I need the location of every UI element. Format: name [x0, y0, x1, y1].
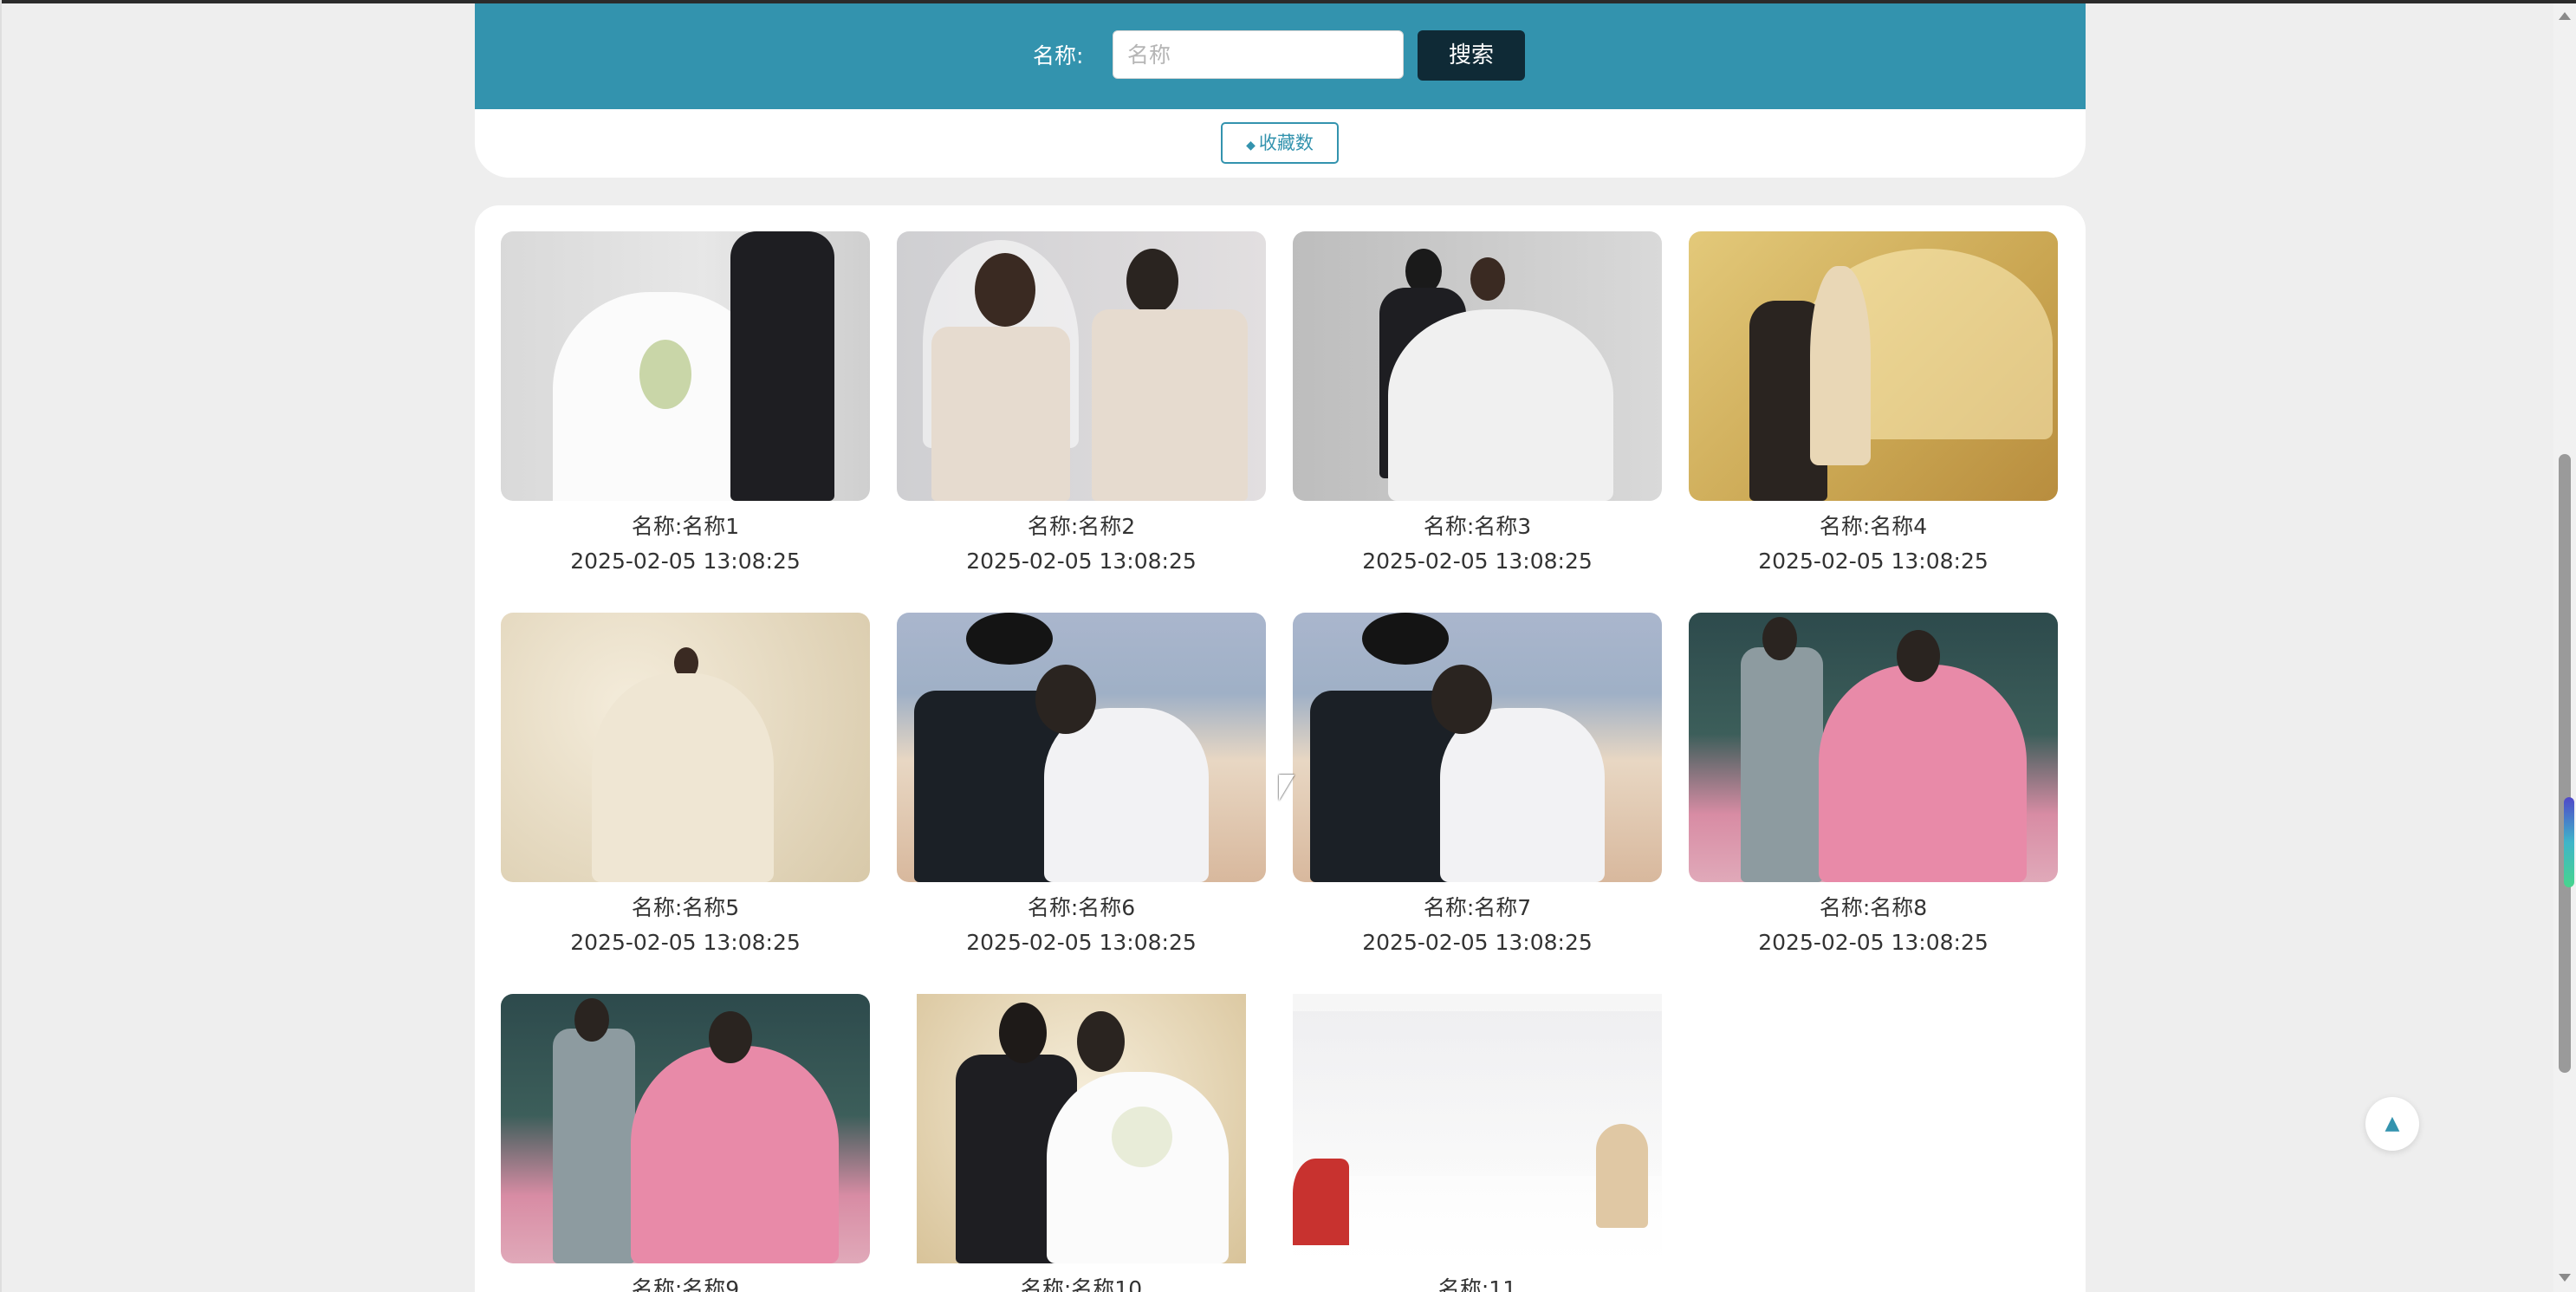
card-item[interactable]: 名称:名称6 2025-02-05 13:08:25 [897, 613, 1266, 960]
scroll-up-arrow-icon[interactable] [2559, 12, 2571, 20]
card-item[interactable]: 名称:名称4 2025-02-05 13:08:25 [1689, 231, 2058, 579]
card-thumbnail[interactable] [1689, 231, 2058, 501]
window-left-edge [0, 0, 2, 1292]
card-grid: 名称:名称1 2025-02-05 13:08:25 名称:名称2 2025-0… [475, 205, 2086, 1292]
card-name: 名称:名称2 [1027, 514, 1136, 539]
card-thumbnail[interactable] [501, 613, 870, 882]
card-item[interactable]: 名称:名称1 2025-02-05 13:08:25 [501, 231, 870, 579]
card-thumbnail[interactable] [1293, 231, 1662, 501]
card-thumbnail[interactable] [501, 231, 870, 501]
card-time: 2025-02-05 13:08:25 [1758, 930, 1989, 955]
card-thumbnail[interactable] [501, 994, 870, 1263]
sort-by-favorites-button[interactable]: ◆ 收藏数 [1221, 122, 1339, 164]
search-panel: 名称: 搜索 ◆收藏数 [475, 3, 2086, 178]
card-time: 2025-02-05 13:08:25 [966, 549, 1197, 574]
card-name: 名称:名称7 [1423, 895, 1532, 920]
card-time: 2025-02-05 13:08:25 [1362, 549, 1593, 574]
card-name: 名称:名称6 [1027, 895, 1136, 920]
card-item[interactable]: 名称:名称7 2025-02-05 13:08:25 [1293, 613, 1662, 960]
card-name: 名称:11 [1437, 1276, 1517, 1292]
scrollbar-thumb[interactable] [2559, 454, 2571, 1073]
card-name: 名称:名称1 [631, 514, 740, 539]
card-item[interactable]: 名称:名称5 2025-02-05 13:08:25 [501, 613, 870, 960]
card-item[interactable]: 名称:名称10 [897, 994, 1266, 1292]
back-to-top-button[interactable]: ▲ [2365, 1097, 2419, 1151]
card-thumbnail[interactable] [1293, 613, 1662, 882]
card-name: 名称:名称3 [1423, 514, 1532, 539]
card-thumbnail[interactable] [1293, 994, 1662, 1263]
card-thumbnail[interactable] [897, 231, 1266, 501]
card-item[interactable]: 名称:名称3 2025-02-05 13:08:25 [1293, 231, 1662, 579]
card-name: 名称:名称10 [1020, 1276, 1143, 1292]
sort-label: 收藏数 [1258, 133, 1314, 153]
scroll-indicator [2564, 797, 2574, 887]
caret-up-icon: ▲ [2385, 1113, 2400, 1134]
card-item[interactable]: 名称:名称2 2025-02-05 13:08:25 [897, 231, 1266, 579]
card-name: 名称:名称5 [631, 895, 740, 920]
mouse-cursor-icon [1279, 775, 1294, 801]
card-thumbnail[interactable] [1689, 613, 2058, 882]
card-time: 2025-02-05 13:08:25 [570, 930, 801, 955]
card-item[interactable]: 名称:11 [1293, 994, 1662, 1292]
card-name: 名称:名称4 [1819, 514, 1928, 539]
scroll-down-arrow-icon[interactable] [2559, 1274, 2571, 1282]
sort-icon: ◆ [1246, 139, 1256, 153]
search-input[interactable] [1113, 30, 1404, 79]
search-label: 名称: [1033, 43, 1084, 68]
card-name: 名称:名称8 [1819, 895, 1928, 920]
search-button[interactable]: 搜索 [1418, 30, 1525, 81]
card-time: 2025-02-05 13:08:25 [966, 930, 1197, 955]
card-item[interactable]: 名称:名称8 2025-02-05 13:08:25 [1689, 613, 2058, 960]
card-name: 名称:名称9 [631, 1276, 740, 1292]
card-thumbnail[interactable] [917, 994, 1246, 1263]
search-bar: 名称: 搜索 [475, 3, 2086, 109]
card-thumbnail[interactable] [897, 613, 1266, 882]
card-time: 2025-02-05 13:08:25 [1758, 549, 1989, 574]
card-item[interactable]: 名称:名称9 [501, 994, 870, 1292]
card-time: 2025-02-05 13:08:25 [1362, 930, 1593, 955]
card-time: 2025-02-05 13:08:25 [570, 549, 801, 574]
vertical-scrollbar[interactable] [2553, 3, 2576, 1292]
